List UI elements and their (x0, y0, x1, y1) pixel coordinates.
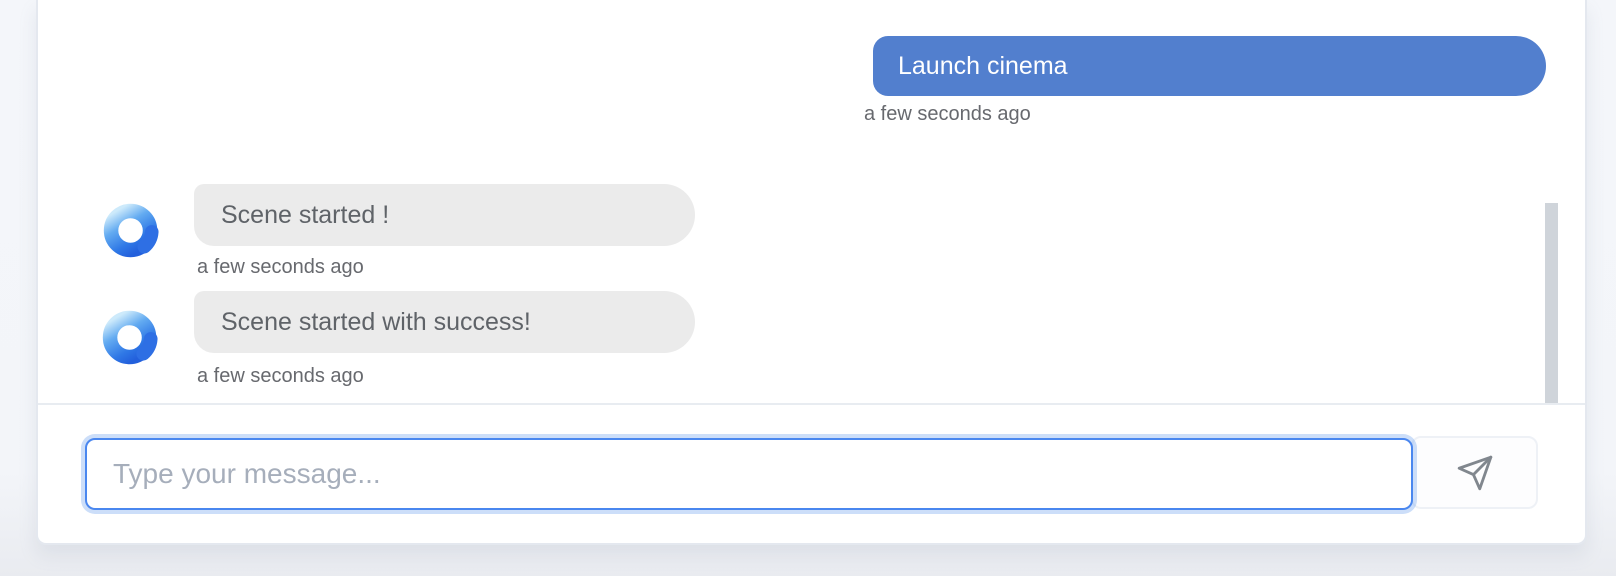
bot-message-bubble: Scene started ! (194, 184, 695, 246)
bot-message-timestamp: a few seconds ago (197, 365, 364, 387)
bot-message-timestamp: a few seconds ago (197, 256, 364, 278)
send-button[interactable] (1411, 436, 1538, 509)
bot-avatar (101, 308, 159, 366)
bot-message-text: Scene started with success! (221, 307, 531, 336)
user-message-text: Launch cinema (898, 51, 1068, 80)
bot-message-text: Scene started ! (221, 200, 390, 229)
input-bar-divider (38, 403, 1585, 405)
send-icon (1457, 455, 1492, 490)
messages-scrollbar-thumb[interactable] (1545, 203, 1558, 403)
user-message-timestamp: a few seconds ago (864, 103, 1031, 125)
bot-logo-icon (103, 203, 159, 258)
message-input[interactable] (85, 438, 1413, 510)
chat-panel: Launch cinema a few seconds ago Scene st… (36, 0, 1587, 545)
bot-avatar (102, 201, 160, 259)
user-message-bubble: Launch cinema (873, 36, 1546, 96)
bot-logo-icon (102, 310, 158, 365)
bot-message-bubble: Scene started with success! (194, 291, 695, 353)
